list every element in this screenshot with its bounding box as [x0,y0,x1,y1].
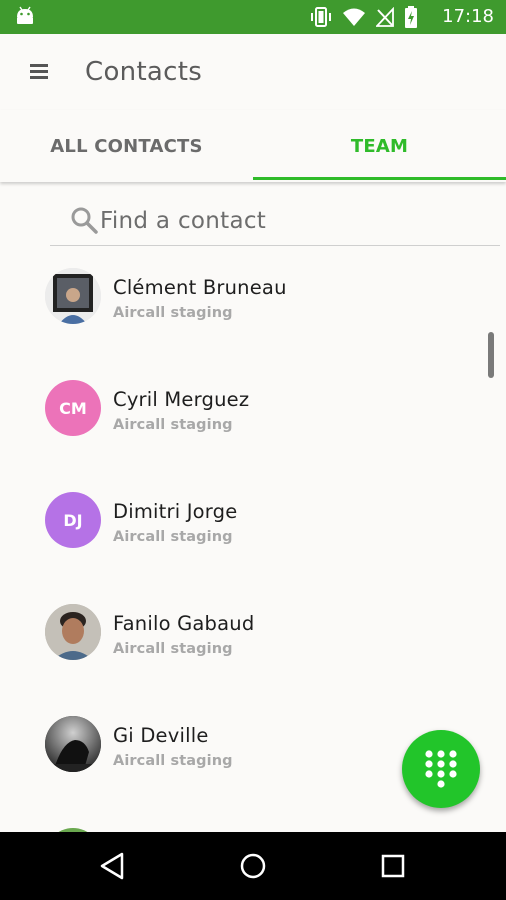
contact-item[interactable]: Clément Bruneau Aircall staging [0,260,480,372]
contact-subtitle: Aircall staging [113,529,233,545]
avatar: DJ [45,492,101,548]
no-signal-icon [376,7,394,27]
contact-name: Dimitri Jorge [113,500,238,523]
android-icon [17,6,33,24]
tab-all-contacts[interactable]: ALL CONTACTS [0,110,253,182]
battery-charging-icon [405,6,417,28]
avatar [45,716,101,772]
vibrate-icon [311,7,331,27]
contact-item[interactable]: Fanilo Gabaud Aircall staging [0,596,480,708]
avatar: CM [45,380,101,436]
search-icon [71,207,98,234]
scrollbar[interactable] [488,332,494,378]
avatar [45,268,101,324]
search-bar [50,196,500,246]
contact-subtitle: Aircall staging [113,641,233,657]
contact-name: Cyril Merguez [113,388,250,411]
back-icon[interactable] [93,846,133,886]
wifi-icon [343,8,365,26]
navigation-bar [0,832,506,900]
home-icon[interactable] [233,846,273,886]
status-time: 17:18 [442,6,494,27]
menu-icon[interactable] [26,60,52,82]
dialpad-button[interactable] [402,730,480,808]
contact-item[interactable]: CM Cyril Merguez Aircall staging [0,372,480,484]
contact-name: Gi Deville [113,724,209,747]
contact-subtitle: Aircall staging [113,753,233,769]
contact-name: Fanilo Gabaud [113,612,255,635]
contact-subtitle: Aircall staging [113,417,233,433]
avatar-initials: CM [59,398,87,418]
avatar [45,604,101,660]
status-bar: 17:18 [0,0,506,34]
contact-name: Clément Bruneau [113,276,287,299]
page-title: Contacts [85,57,203,87]
search-input[interactable] [100,202,490,240]
recents-icon[interactable] [373,846,413,886]
avatar-initials: DJ [63,510,83,530]
tab-bar: ALL CONTACTS TEAM [0,110,506,182]
app-bar: Contacts [0,34,506,110]
contact-item[interactable]: DJ Dimitri Jorge Aircall staging [0,484,480,596]
tab-team[interactable]: TEAM [253,110,506,182]
dialpad-icon [425,750,457,788]
contact-subtitle: Aircall staging [113,305,233,321]
